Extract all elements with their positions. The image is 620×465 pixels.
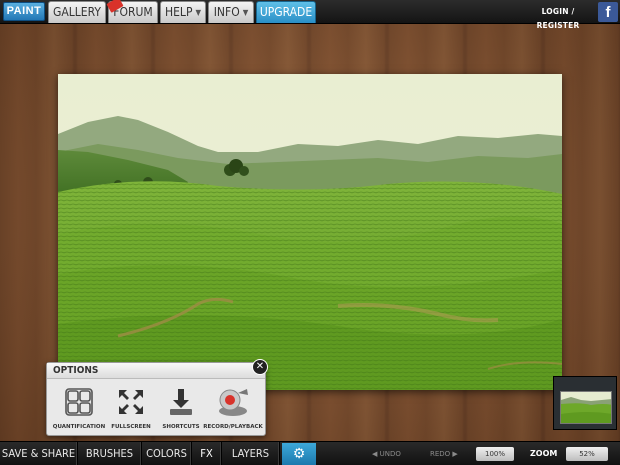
redo-label: REDO [430,450,451,458]
top-navigation-bar: PAINT GALLERY FORUM HELP ▼ INFO ▼ UPGRADE … [0,0,620,30]
save-share-button[interactable]: SAVE & SHARE [0,442,78,465]
record-playback-label: RECORD/PLAYBACK [203,424,263,430]
thumbnail-image [560,391,612,424]
chevron-down-icon: ▼ [195,8,201,17]
shortcuts-label: SHORTCUTS [162,424,200,430]
facebook-icon[interactable]: f [598,2,618,22]
nav-help-label: HELP [164,5,193,19]
gear-icon[interactable]: ⚙ [282,443,316,465]
chevron-down-icon: ▼ [242,8,249,17]
zoom-label: ZOOM [530,449,558,458]
nav-upgrade[interactable]: UPGRADE [256,1,316,23]
nav-info[interactable]: INFO ▼ [208,1,254,23]
close-icon[interactable]: ✕ [252,359,268,375]
fullscreen-button[interactable]: FULLSCREEN [105,383,157,433]
app-logo[interactable]: PAINT [3,2,45,21]
quantification-label: QUANTIFICATION [52,424,106,430]
colors-button[interactable]: COLORS [142,442,192,465]
options-panel: OPTIONS ✕ QUANTIFICATION FULLSCREEN SHOR… [46,359,268,436]
redo-button[interactable]: REDO ▶ [430,447,458,461]
layers-button[interactable]: LAYERS [222,442,280,465]
landscape-image [58,74,562,390]
fullscreen-icon [119,390,143,414]
bottom-toolbar: SAVE & SHARE BRUSHES COLORS FX LAYERS ⚙ … [0,441,620,465]
brushes-button[interactable]: BRUSHES [78,442,142,465]
nav-upgrade-label: UPGRADE [259,5,313,19]
grid-icon [65,388,93,416]
nav-gallery-label: GALLERY [53,5,101,19]
navigator-thumbnail[interactable] [553,376,617,430]
history-percent[interactable]: 100% [476,447,514,461]
undo-label: UNDO [379,450,401,458]
zoom-value[interactable]: 52% [566,447,608,461]
nav-help[interactable]: HELP ▼ [160,1,206,23]
download-icon [170,389,192,415]
options-panel-title: OPTIONS [47,363,265,379]
fx-button[interactable]: FX [192,442,222,465]
undo-button[interactable]: ◀ UNDO [372,447,401,461]
shortcuts-button[interactable]: SHORTCUTS [155,383,207,433]
login-register-link[interactable]: LOGIN / REGISTER [524,5,592,30]
record-icon [219,389,248,416]
record-playback-button[interactable]: RECORD/PLAYBACK [203,383,263,433]
quantification-button[interactable]: QUANTIFICATION [53,383,105,433]
nav-info-label: INFO [213,5,240,19]
drawing-canvas[interactable] [58,74,562,390]
nav-gallery[interactable]: GALLERY [48,1,106,23]
